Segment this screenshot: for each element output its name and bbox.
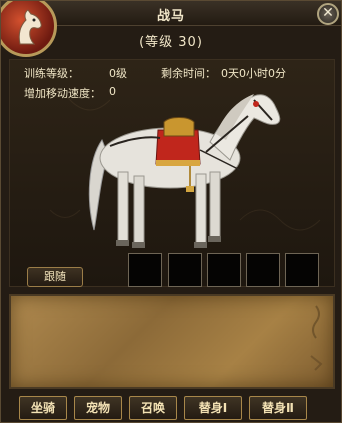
tab-avatar-1[interactable]: 替身Ⅰ [184,396,242,420]
equipment-slot[interactable] [168,253,202,287]
tab-avatar-2[interactable]: 替身Ⅱ [249,396,307,420]
tab-mount[interactable]: 坐骑 [19,396,67,420]
remaining-time-value: 0天0小时0分 [221,67,286,80]
tab-summon[interactable]: 召唤 [129,396,177,420]
window-title: 战马 [156,9,185,24]
move-speed-label: 增加移动速度： [24,87,101,100]
mount-window: 战马 ✕ (等级 30) 训练等级： 0级 剩余时间： 0天0小时0分 增加移动… [0,0,342,423]
tab-pet[interactable]: 宠物 [74,396,122,420]
training-level-label: 训练等级： [24,67,79,80]
close-icon[interactable]: ✕ [317,3,339,25]
level-label: (等级 30) [139,35,203,50]
description-panel [9,294,335,389]
move-speed-value: 0 [109,85,116,98]
remaining-time-label: 剩余时间： [161,67,216,80]
equipment-slot[interactable] [128,253,162,287]
equipment-slot[interactable] [246,253,280,287]
equipment-slot[interactable] [285,253,319,287]
training-level-value: 0级 [109,67,127,80]
equipment-slot[interactable] [207,253,241,287]
follow-button[interactable]: 跟随 [27,267,83,287]
